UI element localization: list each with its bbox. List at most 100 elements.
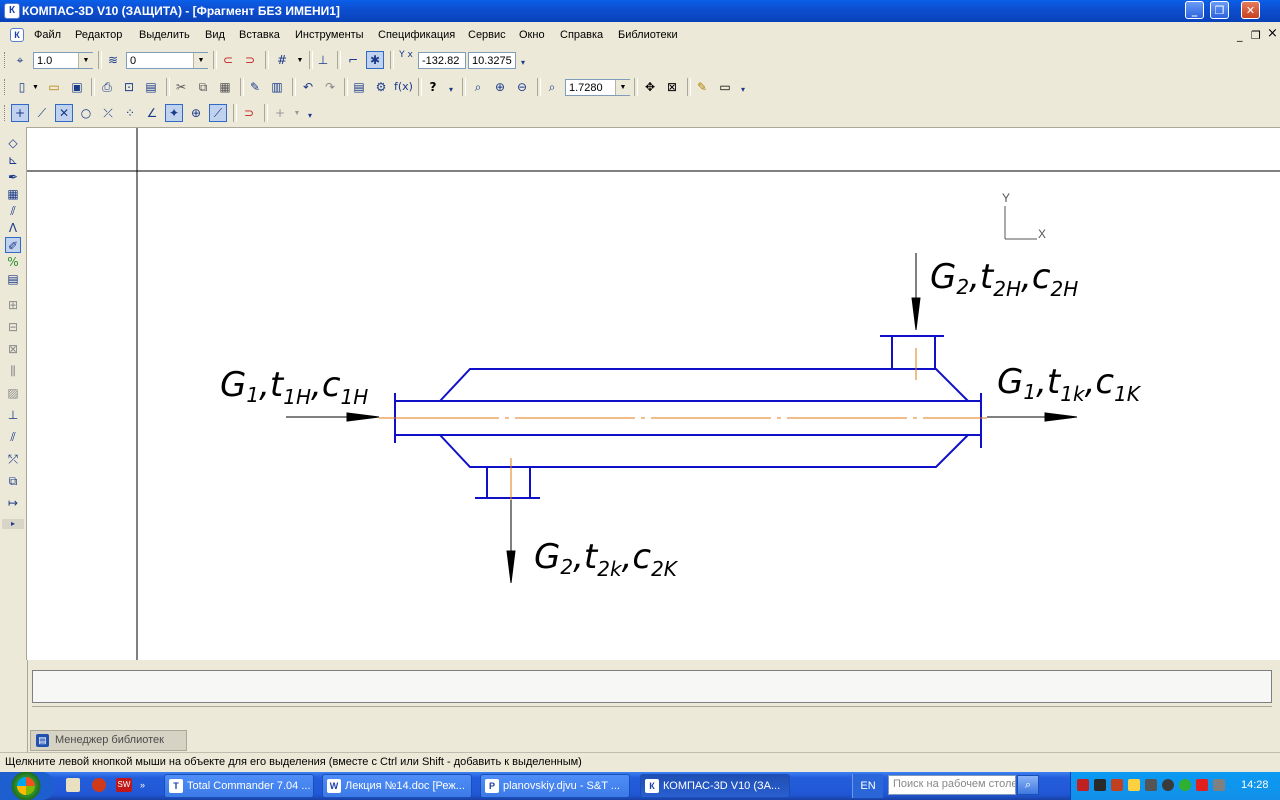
symbols-tools-icon[interactable]: ✒ (5, 169, 21, 185)
snap-extra-icon[interactable]: + (271, 104, 289, 122)
toolbar-options-arrow[interactable]: ▾ (305, 107, 315, 125)
cut-icon[interactable]: ✂ (172, 78, 190, 96)
ortho-mode-icon[interactable]: ⌐ (344, 51, 362, 69)
tray-update-icon[interactable] (1111, 779, 1123, 791)
grid-step-icon[interactable]: ⌖ (11, 51, 29, 69)
menu-specification[interactable]: Спецификация (378, 29, 455, 41)
mdi-minimize-button[interactable]: _ (1237, 29, 1243, 42)
toolbar-options-arrow[interactable]: ▾ (518, 54, 528, 72)
zoom-scale-icon[interactable]: ⌕ (543, 78, 561, 96)
task-total-commander[interactable]: T Total Commander 7.04 ... (164, 774, 314, 798)
coord-y-field[interactable]: 10.3275 (468, 52, 516, 69)
snap-magnet-icon[interactable]: ⊃ (240, 104, 258, 122)
tray-network-icon[interactable] (1094, 779, 1106, 791)
toolbar-options-arrow[interactable]: ▾ (446, 81, 456, 99)
snap-midpoint-icon[interactable]: ✦ (165, 104, 183, 122)
undo-icon[interactable]: ↶ (299, 78, 317, 96)
new-document-dropdown[interactable]: ▼ (31, 80, 40, 95)
menu-insert[interactable]: Вставка (239, 29, 280, 41)
document-manager-icon[interactable]: ▥ (268, 78, 286, 96)
zoom-in-icon[interactable]: ⊕ (491, 78, 509, 96)
command-input-area[interactable] (32, 670, 1272, 703)
format-brush-icon[interactable]: ✎ (246, 78, 264, 96)
panel-expand-arrow[interactable]: ▸ (2, 519, 24, 529)
reports-tools-icon[interactable]: ▤ (5, 271, 21, 287)
quicklaunch-solidworks-icon[interactable]: SW (116, 778, 132, 792)
save-icon[interactable]: ▣ (68, 78, 86, 96)
menu-tools[interactable]: Инструменты (295, 29, 364, 41)
snap-tangent-icon[interactable]: ○ (77, 104, 95, 122)
menu-help[interactable]: Справка (560, 29, 603, 41)
quicklaunch-more-icon[interactable]: » (140, 780, 145, 790)
dimensions-tools-icon[interactable]: ⊾ (5, 152, 21, 168)
desktop-search-input[interactable]: Поиск на рабочем столе (888, 775, 1016, 795)
zoom-window-icon[interactable]: ⌕ (469, 78, 487, 96)
snap-center-icon[interactable]: ⊕ (187, 104, 205, 122)
task-djvu-viewer[interactable]: Pplanovskiy.djvu - S&T ... (480, 774, 630, 798)
display-options-icon[interactable]: ▭ (716, 78, 734, 96)
macro-element-icon[interactable]: ⊠ (5, 341, 21, 357)
open-folder-icon[interactable]: ▭ (45, 78, 63, 96)
paste-icon[interactable]: ▦ (216, 78, 234, 96)
layer-manager-icon[interactable]: ⊥ (5, 407, 21, 423)
editing-tools-icon[interactable]: ▦ (5, 186, 21, 202)
toolbar-grip[interactable] (4, 52, 8, 68)
start-button[interactable] (0, 772, 54, 800)
mdi-close-button[interactable]: × (1267, 26, 1278, 41)
close-button[interactable]: ✕ (1241, 1, 1260, 19)
mdi-restore-button[interactable]: ❐ (1251, 29, 1261, 42)
measure-tools-icon[interactable]: Λ (5, 220, 21, 236)
refresh-icon[interactable]: ✎ (693, 78, 711, 96)
transform-icon[interactable]: ⤱ (5, 451, 21, 467)
snap-endpoint-icon[interactable]: ⟋ (33, 104, 51, 122)
grid-dropdown-arrow[interactable]: ▼ (293, 53, 307, 68)
layer-dropdown-arrow[interactable]: ▼ (193, 53, 208, 68)
zoom-dropdown-arrow[interactable]: ▼ (615, 80, 630, 95)
drawing-canvas[interactable]: Y X G1,t1H,c1H G1,t1k,c1K G2,t2H,c2H G2,… (27, 127, 1280, 661)
toolbar-options-arrow[interactable]: ▾ (738, 81, 748, 99)
snap-intersection-icon[interactable]: ✕ (55, 104, 73, 122)
layers-icon[interactable]: ≋ (104, 51, 122, 69)
select-tools-icon[interactable]: ✐ (5, 237, 21, 253)
group-icon[interactable]: ⧉ (5, 473, 21, 489)
snap-grid-icon[interactable]: ⁘ (121, 104, 139, 122)
line-style-icon[interactable]: ⫽ (5, 429, 21, 445)
search-icon[interactable]: ⌕ (1017, 775, 1039, 795)
snap-nearest-icon[interactable]: + (11, 104, 29, 122)
language-indicator[interactable]: EN (852, 774, 883, 798)
task-kompas[interactable]: К КОМПАС-3D V10 (ЗА... (640, 774, 790, 798)
variables-icon[interactable]: ⚙ (372, 78, 390, 96)
local-snap-icon[interactable]: ⊃ (241, 51, 259, 69)
kompas-app-icon[interactable]: К (4, 3, 20, 19)
parametric-mode-icon[interactable]: ✱ (366, 51, 384, 69)
snap-extra-dropdown[interactable]: ▼ (290, 106, 304, 121)
menu-select[interactable]: Выделить (139, 29, 190, 41)
insert-view-icon[interactable]: ⊟ (5, 319, 21, 335)
local-cs-icon[interactable]: ⊥ (314, 51, 332, 69)
print-icon[interactable]: ⎙ (98, 78, 116, 96)
task-word-document[interactable]: W Лекция №14.doc [Реж... (322, 774, 472, 798)
fx-variables-button[interactable]: f(x) (394, 78, 413, 96)
maximize-button[interactable]: ❐ (1210, 1, 1229, 19)
clock[interactable]: 14:28 (1241, 779, 1269, 791)
redo-icon[interactable]: ↷ (321, 78, 339, 96)
menu-file[interactable]: Файл (34, 29, 61, 41)
snap-point-on-curve-icon[interactable]: ⟋ (209, 104, 227, 122)
tray-volume-icon[interactable] (1128, 779, 1140, 791)
print-preview-icon[interactable]: ⊡ (120, 78, 138, 96)
menu-editor[interactable]: Редактор (75, 29, 122, 41)
minimize-button[interactable]: _ (1185, 1, 1204, 19)
geometry-tools-icon[interactable]: ◇ (5, 135, 21, 151)
spec-tools-icon[interactable]: % (5, 254, 21, 270)
tray-usb-icon[interactable] (1145, 779, 1157, 791)
menu-view[interactable]: Вид (205, 29, 225, 41)
snap-normal-icon[interactable]: ⤫ (99, 104, 117, 122)
snap-angle-icon[interactable]: ∠ (143, 104, 161, 122)
tray-antivirus-icon[interactable] (1077, 779, 1089, 791)
attach-icon[interactable]: ↦ (5, 495, 21, 511)
show-all-icon[interactable]: ⊠ (663, 78, 681, 96)
context-help-icon[interactable]: ? (424, 78, 442, 96)
pan-icon[interactable]: ✥ (641, 78, 659, 96)
library-manager-tab[interactable]: ▤ Менеджер библиотек (30, 730, 187, 751)
quicklaunch-opera-icon[interactable] (92, 778, 106, 792)
